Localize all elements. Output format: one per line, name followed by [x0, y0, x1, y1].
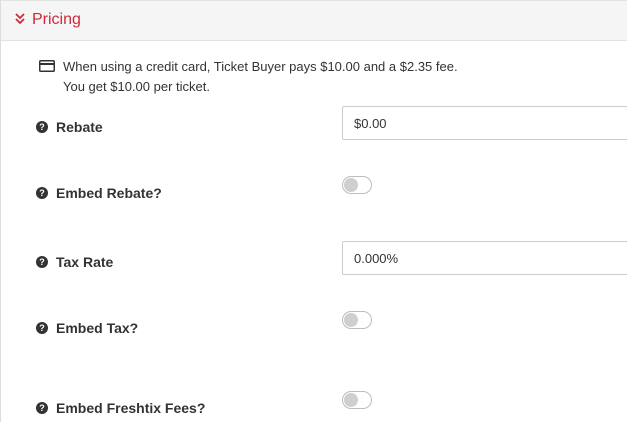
embed-rebate-label: Embed Rebate? [56, 185, 162, 201]
chevron-double-down-icon [15, 13, 25, 25]
rebate-label: Rebate [56, 119, 103, 135]
help-icon[interactable]: ? [36, 322, 48, 334]
info-text-payout: You get $10.00 per ticket. [63, 79, 210, 94]
embed-tax-label-row: ? Embed Tax? [36, 319, 138, 337]
info-text-fee: When using a credit card, Ticket Buyer p… [63, 59, 458, 74]
section-title: Pricing [32, 11, 81, 28]
tax-rate-input[interactable] [342, 241, 627, 275]
help-icon[interactable]: ? [36, 402, 48, 414]
embed-tax-toggle[interactable] [342, 311, 372, 329]
toggle-knob [344, 393, 358, 407]
credit-card-icon [39, 60, 55, 72]
pricing-section-header[interactable]: Pricing [1, 0, 627, 41]
embed-fees-label-row: ? Embed Freshtix Fees? [36, 399, 205, 417]
embed-fees-label: Embed Freshtix Fees? [56, 400, 206, 416]
embed-rebate-label-row: ? Embed Rebate? [36, 184, 162, 202]
toggle-knob [344, 178, 358, 192]
rebate-label-row: ? Rebate [36, 118, 103, 136]
toggle-knob [344, 313, 358, 327]
help-icon[interactable]: ? [36, 187, 48, 199]
embed-rebate-toggle[interactable] [342, 176, 372, 194]
tax-rate-label-row: ? Tax Rate [36, 253, 113, 271]
rebate-input[interactable] [342, 106, 627, 140]
embed-tax-label: Embed Tax? [56, 320, 139, 336]
pricing-panel: Pricing When using a credit card, Ticket… [0, 0, 627, 422]
tax-rate-label: Tax Rate [56, 254, 114, 270]
help-icon[interactable]: ? [36, 121, 48, 133]
embed-fees-toggle[interactable] [342, 391, 372, 409]
help-icon[interactable]: ? [36, 256, 48, 268]
